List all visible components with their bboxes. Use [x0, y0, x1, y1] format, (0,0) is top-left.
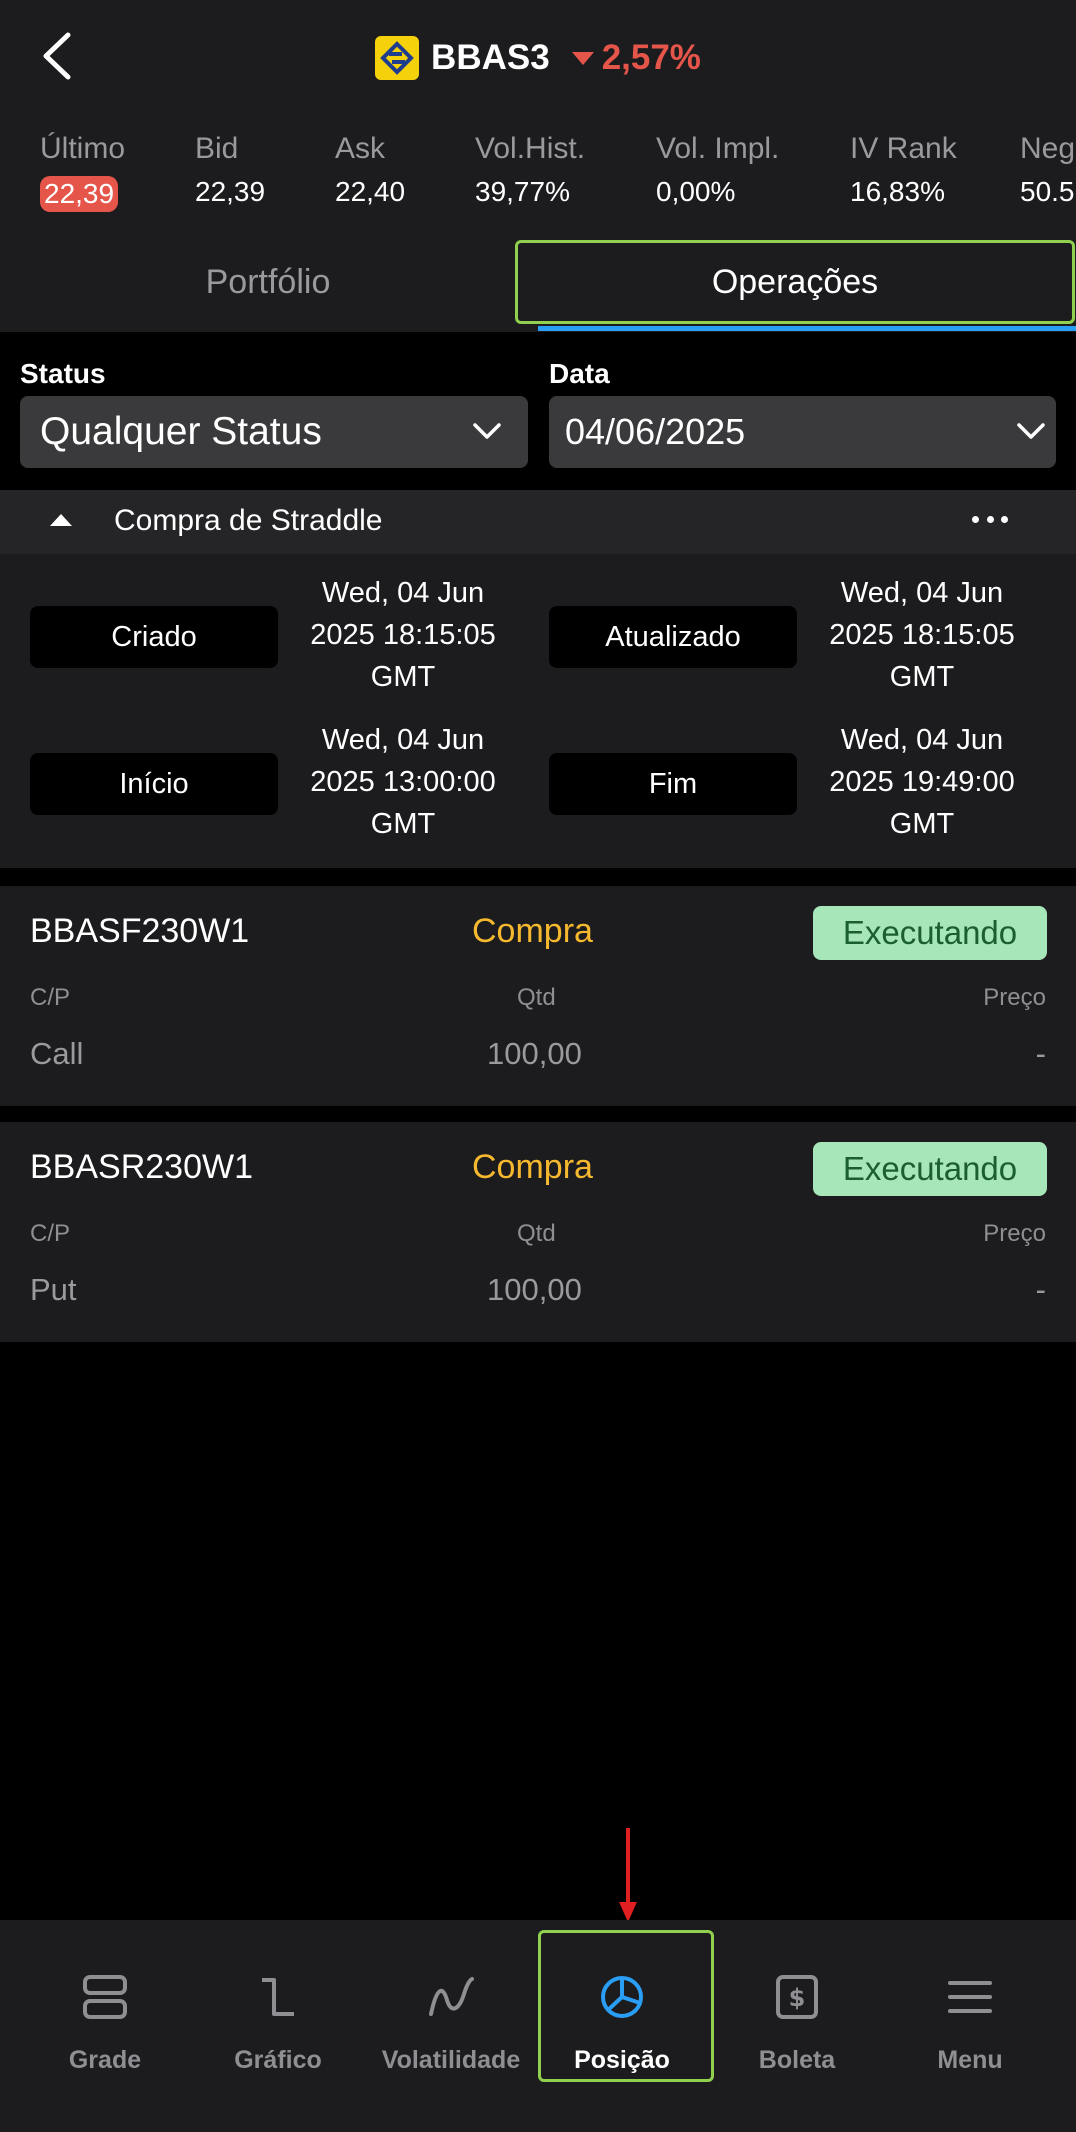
nav-boleta[interactable]: $ Boleta: [711, 1920, 883, 2132]
quote-label: Vol.Hist.: [475, 132, 586, 165]
tab-portfolio[interactable]: Portfólio: [0, 240, 536, 324]
leg-price: -: [1035, 1272, 1046, 1307]
status-select-value: Qualquer Status: [40, 410, 322, 453]
leg-cp: Call: [30, 1036, 84, 1071]
annotation-arrow-icon: [619, 1828, 637, 1922]
quote-value: 39,77%: [475, 176, 570, 207]
nav-grafico[interactable]: Gráfico: [192, 1920, 364, 2132]
leg-side: Compra: [472, 1148, 593, 1186]
order-leg-row[interactable]: BBASF230W1 Compra Executando C/P Qtd Pre…: [0, 886, 1076, 1106]
filter-bar: Status Qualquer Status Data 04/06/2025: [0, 332, 1076, 490]
bank-logo-icon: [375, 36, 420, 80]
collapse-caret-icon[interactable]: [50, 514, 72, 526]
start-timestamp: Wed, 04 Jun 2025 13:00:00 GMT: [310, 724, 496, 840]
quote-last: Último 22,39: [40, 132, 125, 212]
nav-label: Boleta: [758, 2046, 836, 2074]
end-label: Fim: [549, 753, 797, 815]
asset-title: BBAS3 2,57%: [0, 30, 1076, 86]
status-select[interactable]: Qualquer Status: [20, 396, 528, 468]
date-select[interactable]: 04/06/2025: [549, 396, 1056, 468]
updated-timestamp: Wed, 04 Jun 2025 18:15:05 GMT: [829, 577, 1015, 693]
quote-neg: Neg 50.5: [1020, 132, 1075, 208]
leg-cp: Put: [30, 1272, 77, 1307]
quote-iv-rank: IV Rank 16,83%: [850, 132, 957, 208]
cp-header: C/P: [30, 984, 71, 1011]
active-tab-indicator: [538, 326, 1076, 331]
quote-ask: Ask 22,40: [335, 132, 405, 208]
strategy-title: Compra de Straddle: [114, 504, 383, 537]
ticker-symbol: BBAS3: [431, 38, 550, 77]
nav-menu[interactable]: Menu: [884, 1920, 1056, 2132]
quote-label: Último: [40, 132, 126, 165]
leg-qty: 100,00: [487, 1272, 582, 1307]
quote-label: Bid: [195, 132, 239, 165]
status-filter-label: Status: [20, 358, 106, 389]
volatility-curve-icon: [429, 1977, 474, 2016]
leg-status-badge: Executando: [813, 1142, 1047, 1196]
leg-qty: 100,00: [487, 1036, 582, 1071]
quote-value: 22,39: [195, 176, 266, 207]
nav-volatilidade[interactable]: Volatilidade: [365, 1920, 537, 2132]
order-leg-row[interactable]: BBASR230W1 Compra Executando C/P Qtd Pre…: [0, 1122, 1076, 1342]
quote-vol-impl: Vol. Impl. 0,00%: [656, 132, 779, 208]
grid-icon: [83, 1975, 127, 2019]
date-filter-label: Data: [549, 358, 610, 389]
leg-status-badge: Executando: [813, 906, 1047, 960]
nav-label: Gráfico: [234, 2046, 322, 2074]
chevron-down-icon: [473, 423, 501, 439]
app-header: BBAS3 2,57%: [0, 0, 1076, 118]
quote-label: IV Rank: [850, 132, 957, 165]
quote-bid: Bid 22,39: [195, 132, 265, 208]
nav-grade[interactable]: Grade: [19, 1920, 191, 2132]
quote-value: 22,40: [335, 176, 406, 207]
start-label: Início: [30, 753, 278, 815]
dollar-ticket-icon: $: [776, 1975, 818, 2019]
quote-vol-hist: Vol.Hist. 39,77%: [475, 132, 585, 208]
tab-bar: Portfólio Operações: [0, 238, 1076, 332]
qty-header: Qtd: [517, 1220, 556, 1247]
price-header: Preço: [983, 1220, 1046, 1247]
strategy-group-header[interactable]: Compra de Straddle: [0, 490, 1076, 554]
nav-label: Volatilidade: [381, 2046, 521, 2074]
leg-symbol: BBASF230W1: [30, 912, 250, 950]
date-select-value: 04/06/2025: [565, 411, 746, 452]
leg-price: -: [1035, 1036, 1046, 1071]
quote-value: 0,00%: [656, 176, 736, 207]
quote-label: Ask: [335, 132, 386, 165]
quote-label: Vol. Impl.: [656, 132, 780, 165]
price-header: Preço: [983, 984, 1046, 1011]
created-label: Criado: [30, 606, 278, 668]
nav-label: Menu: [937, 2046, 1003, 2074]
chart-step-icon: [262, 1978, 294, 2016]
updated-label: Atualizado: [549, 606, 797, 668]
quote-value: 50.5: [1020, 176, 1075, 207]
chevron-down-icon: [1017, 423, 1045, 439]
svg-text:$: $: [789, 1984, 806, 2012]
down-triangle-icon: [571, 51, 594, 65]
nav-posicao[interactable]: Posição: [536, 1920, 714, 2132]
leg-side: Compra: [472, 912, 593, 950]
quote-value: 22,39: [40, 176, 119, 212]
nav-label: Posição: [574, 2046, 670, 2074]
price-change-value: 2,57%: [601, 38, 701, 77]
quote-value: 16,83%: [850, 176, 945, 207]
tab-operations[interactable]: Operações: [515, 240, 1075, 324]
more-options-icon[interactable]: [972, 504, 1008, 534]
pie-chart-icon: [601, 1976, 643, 2018]
price-change: 2,57%: [571, 38, 701, 78]
quote-label: Neg: [1020, 132, 1076, 165]
end-timestamp: Wed, 04 Jun 2025 19:49:00 GMT: [829, 724, 1015, 840]
quote-strip[interactable]: Último 22,39 Bid 22,39 Ask 22,40 Vol.His…: [0, 118, 1076, 238]
strategy-group: Compra de Straddle Criado Wed, 04 Jun 202…: [0, 490, 1076, 868]
nav-label: Grade: [68, 2046, 142, 2074]
bottom-nav: Grade Gráfico Volatilidade Posição $ Bol…: [0, 1920, 1076, 2132]
qty-header: Qtd: [517, 984, 556, 1011]
hamburger-icon: [948, 1981, 992, 2013]
leg-symbol: BBASR230W1: [30, 1148, 253, 1186]
cp-header: C/P: [30, 1220, 71, 1247]
created-timestamp: Wed, 04 Jun 2025 18:15:05 GMT: [310, 577, 496, 693]
